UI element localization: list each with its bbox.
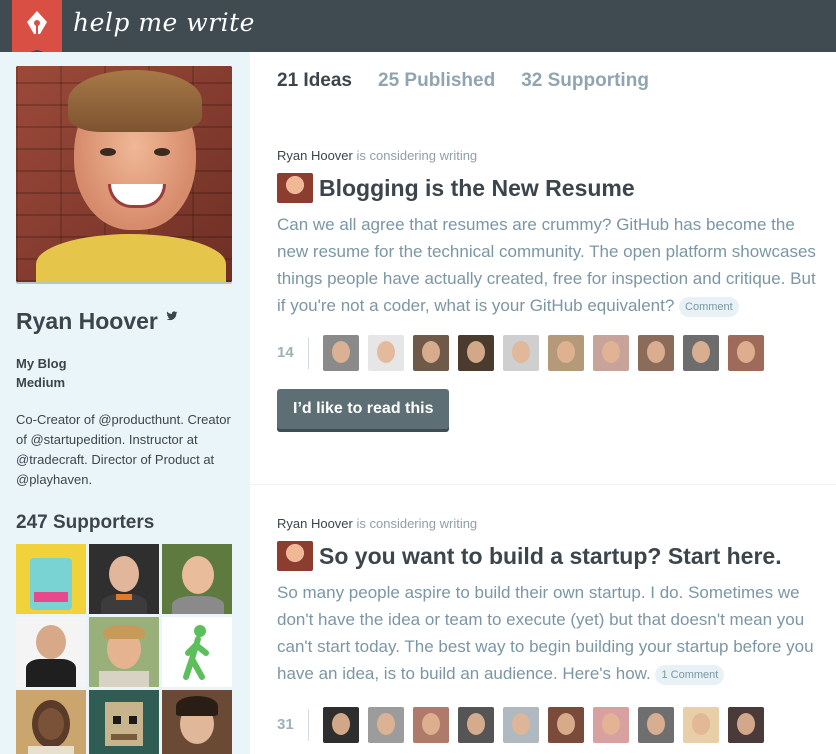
supporter-avatar[interactable] bbox=[89, 690, 159, 754]
tab-published[interactable]: 25 Published bbox=[378, 70, 495, 92]
profile-name: Ryan Hoover bbox=[16, 308, 158, 334]
profile-photo bbox=[16, 66, 232, 282]
supporter-avatar[interactable] bbox=[548, 335, 584, 371]
supporter-avatar[interactable] bbox=[162, 690, 232, 754]
supporter-avatar[interactable] bbox=[89, 544, 159, 614]
profile-bio: Co-Creator of @producthunt. Creator of @… bbox=[16, 412, 231, 487]
supporter-avatar[interactable] bbox=[683, 335, 719, 371]
tab-ideas[interactable]: 21 Ideas bbox=[277, 70, 352, 92]
supporter-avatar[interactable] bbox=[728, 335, 764, 371]
supporter-avatar[interactable] bbox=[548, 707, 584, 743]
top-bar: help me write bbox=[0, 0, 836, 58]
supporter-avatar[interactable] bbox=[683, 707, 719, 743]
post-body: Can we all agree that resumes are crummy… bbox=[277, 211, 821, 319]
post-title[interactable]: So you want to build a startup? Start he… bbox=[319, 543, 782, 570]
byline: Ryan Hoover is considering writing bbox=[277, 516, 821, 531]
supporter-avatars-row: 14 bbox=[277, 335, 821, 371]
profile-sidebar: Ryan Hoover My Blog Medium Co-Creator of… bbox=[0, 52, 250, 754]
medium-link[interactable]: Medium bbox=[16, 373, 67, 392]
supporter-avatar[interactable] bbox=[458, 707, 494, 743]
supporter-avatar[interactable] bbox=[16, 544, 86, 614]
author-avatar[interactable] bbox=[277, 541, 313, 571]
supporter-avatar[interactable] bbox=[458, 335, 494, 371]
idea-post: Ryan Hoover is considering writing So yo… bbox=[277, 516, 821, 743]
supporter-avatar[interactable] bbox=[16, 617, 86, 687]
supporter-avatar[interactable] bbox=[413, 335, 449, 371]
supporters-title: 247 Supporters bbox=[16, 512, 155, 533]
author-link[interactable]: Ryan Hoover bbox=[277, 148, 353, 163]
supporter-avatar[interactable] bbox=[503, 335, 539, 371]
supporter-avatar[interactable] bbox=[593, 335, 629, 371]
byline-suffix: is considering writing bbox=[356, 516, 478, 531]
supporter-avatar[interactable] bbox=[16, 690, 86, 754]
twitter-icon[interactable] bbox=[166, 310, 178, 322]
byline: Ryan Hoover is considering writing bbox=[277, 148, 821, 163]
supporter-count: 31 bbox=[277, 709, 309, 741]
supporter-avatar[interactable] bbox=[368, 707, 404, 743]
logo[interactable] bbox=[12, 0, 62, 58]
author-avatar[interactable] bbox=[277, 173, 313, 203]
post-title[interactable]: Blogging is the New Resume bbox=[319, 175, 635, 202]
divider bbox=[250, 484, 836, 485]
my-blog-link[interactable]: My Blog bbox=[16, 354, 67, 373]
idea-post: Ryan Hoover is considering writing Blogg… bbox=[277, 148, 821, 429]
supporter-avatar[interactable] bbox=[323, 707, 359, 743]
profile-tabs: 21 Ideas 25 Published 32 Supporting bbox=[277, 70, 649, 92]
supporter-avatar[interactable] bbox=[503, 707, 539, 743]
author-link[interactable]: Ryan Hoover bbox=[277, 516, 353, 531]
supporter-avatar[interactable] bbox=[593, 707, 629, 743]
supporters-grid bbox=[16, 544, 232, 754]
pen-nib-icon bbox=[27, 11, 47, 34]
supporter-avatar[interactable] bbox=[89, 617, 159, 687]
byline-suffix: is considering writing bbox=[356, 148, 478, 163]
supporter-avatar[interactable] bbox=[728, 707, 764, 743]
read-this-button[interactable]: I’d like to read this bbox=[277, 389, 450, 429]
supporter-avatar[interactable] bbox=[323, 335, 359, 371]
comment-button[interactable]: Comment bbox=[679, 296, 739, 317]
brand-name[interactable]: help me write bbox=[73, 8, 255, 37]
supporter-avatar[interactable] bbox=[638, 335, 674, 371]
comment-button[interactable]: 1 Comment bbox=[655, 664, 725, 685]
supporter-avatar[interactable] bbox=[162, 544, 232, 614]
supporter-count: 14 bbox=[277, 337, 309, 369]
supporter-avatar[interactable] bbox=[368, 335, 404, 371]
post-body-text: So many people aspire to build their own… bbox=[277, 583, 814, 683]
supporter-avatar[interactable] bbox=[162, 617, 232, 687]
supporter-avatar[interactable] bbox=[413, 707, 449, 743]
supporter-avatar[interactable] bbox=[638, 707, 674, 743]
walking-figure-icon bbox=[183, 625, 209, 680]
supporter-avatars-row: 31 bbox=[277, 707, 821, 743]
tab-supporting[interactable]: 32 Supporting bbox=[521, 70, 649, 92]
post-body: So many people aspire to build their own… bbox=[277, 579, 821, 687]
